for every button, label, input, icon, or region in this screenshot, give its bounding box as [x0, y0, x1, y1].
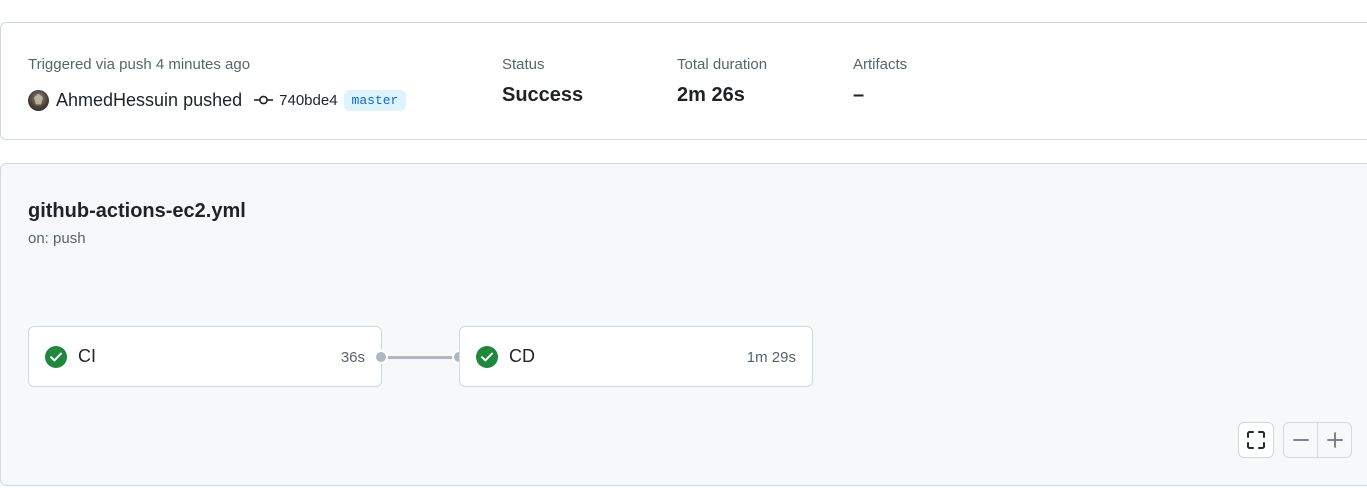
artifacts-stat: Artifacts – — [853, 56, 907, 107]
workflow-trigger: on: push — [28, 230, 86, 247]
job-duration: 1m 29s — [746, 349, 796, 366]
artifacts-value: – — [853, 84, 865, 106]
run-summary-panel: Triggered via push 4 minutes ago AhmedHe… — [0, 22, 1367, 140]
zoom-controls — [1283, 422, 1352, 458]
commit-icon — [254, 95, 274, 105]
commit-sha-link[interactable]: 740bde4 — [279, 92, 337, 109]
zoom-out-button[interactable] — [1284, 423, 1318, 457]
job-name: CD — [509, 346, 535, 366]
success-check-icon — [45, 346, 67, 368]
actor-link[interactable]: AhmedHessuin — [56, 90, 178, 110]
job-connector-line — [382, 356, 459, 359]
workflow-graph-panel: github-actions-ec2.yml on: push CI 36s C… — [0, 163, 1367, 486]
status-label: Status — [502, 56, 545, 73]
status-stat: Status Success — [502, 56, 583, 107]
branch-badge[interactable]: master — [343, 89, 407, 111]
zoom-out-icon — [1292, 439, 1309, 441]
job-card-ci[interactable]: CI 36s — [28, 326, 382, 387]
fullscreen-icon — [1247, 431, 1265, 449]
actor-line: AhmedHessuin pushed — [56, 90, 242, 111]
avatar[interactable] — [28, 89, 49, 111]
workflow-file-name: github-actions-ec2.yml — [28, 200, 246, 222]
job-card-cd[interactable]: CD 1m 29s — [459, 326, 813, 387]
zoom-in-icon — [1326, 432, 1343, 448]
fullscreen-button[interactable] — [1238, 422, 1274, 458]
duration-value: 2m 26s — [677, 84, 745, 106]
connector-dot-out — [374, 350, 388, 364]
triggered-text: Triggered via push 4 minutes ago — [28, 56, 251, 73]
status-value: Success — [502, 84, 584, 106]
job-duration: 36s — [340, 349, 365, 366]
zoom-in-button[interactable] — [1318, 423, 1351, 457]
action-text: pushed — [183, 89, 243, 110]
actor-row: AhmedHessuin pushed 740bde4 master — [28, 87, 407, 113]
duration-stat: Total duration 2m 26s — [677, 56, 767, 107]
job-name: CI — [78, 346, 96, 366]
artifacts-label: Artifacts — [853, 56, 908, 73]
duration-label: Total duration — [677, 56, 768, 73]
success-check-icon — [476, 346, 498, 368]
